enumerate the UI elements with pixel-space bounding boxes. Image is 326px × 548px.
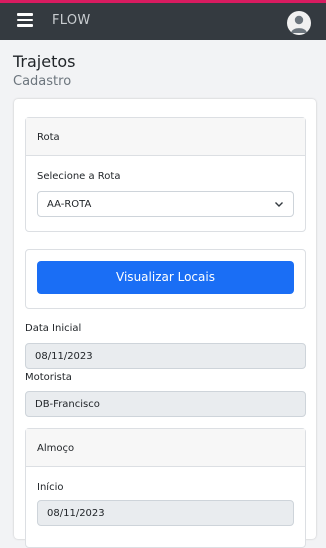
user-avatar-icon[interactable] xyxy=(287,11,311,35)
almoco-card-header: Almoço xyxy=(26,429,305,467)
locais-card: Visualizar Locais xyxy=(25,249,306,309)
rota-card: Rota Selecione a Rota AA-ROTA xyxy=(25,117,306,232)
chevron-down-icon xyxy=(275,202,283,207)
motorista-label: Motorista xyxy=(25,372,72,383)
hamburger-icon[interactable] xyxy=(17,13,33,27)
page-header: Trajetos Cadastro xyxy=(13,52,76,91)
data-inicial-label: Data Inicial xyxy=(25,323,82,334)
rota-select[interactable]: AA-ROTA xyxy=(37,191,294,217)
main-content-panel: Rota Selecione a Rota AA-ROTA Visualizar… xyxy=(14,99,316,548)
visualizar-locais-button[interactable]: Visualizar Locais xyxy=(37,261,294,294)
data-inicial-field[interactable]: 08/11/2023 xyxy=(25,343,306,369)
rota-card-header: Rota xyxy=(26,118,305,156)
rota-select-value: AA-ROTA xyxy=(47,199,92,210)
rota-select-label: Selecione a Rota xyxy=(37,171,121,182)
inicio-field[interactable]: 08/11/2023 xyxy=(37,500,294,526)
motorista-field[interactable]: DB-Francisco xyxy=(25,391,306,417)
navbar: FLOW xyxy=(0,3,326,40)
inicio-label: Início xyxy=(37,482,64,493)
almoco-card: Almoço Início 08/11/2023 xyxy=(25,428,306,548)
app-brand[interactable]: FLOW xyxy=(52,13,91,28)
page-subtitle: Cadastro xyxy=(13,74,72,89)
page-title: Trajetos xyxy=(13,52,76,71)
